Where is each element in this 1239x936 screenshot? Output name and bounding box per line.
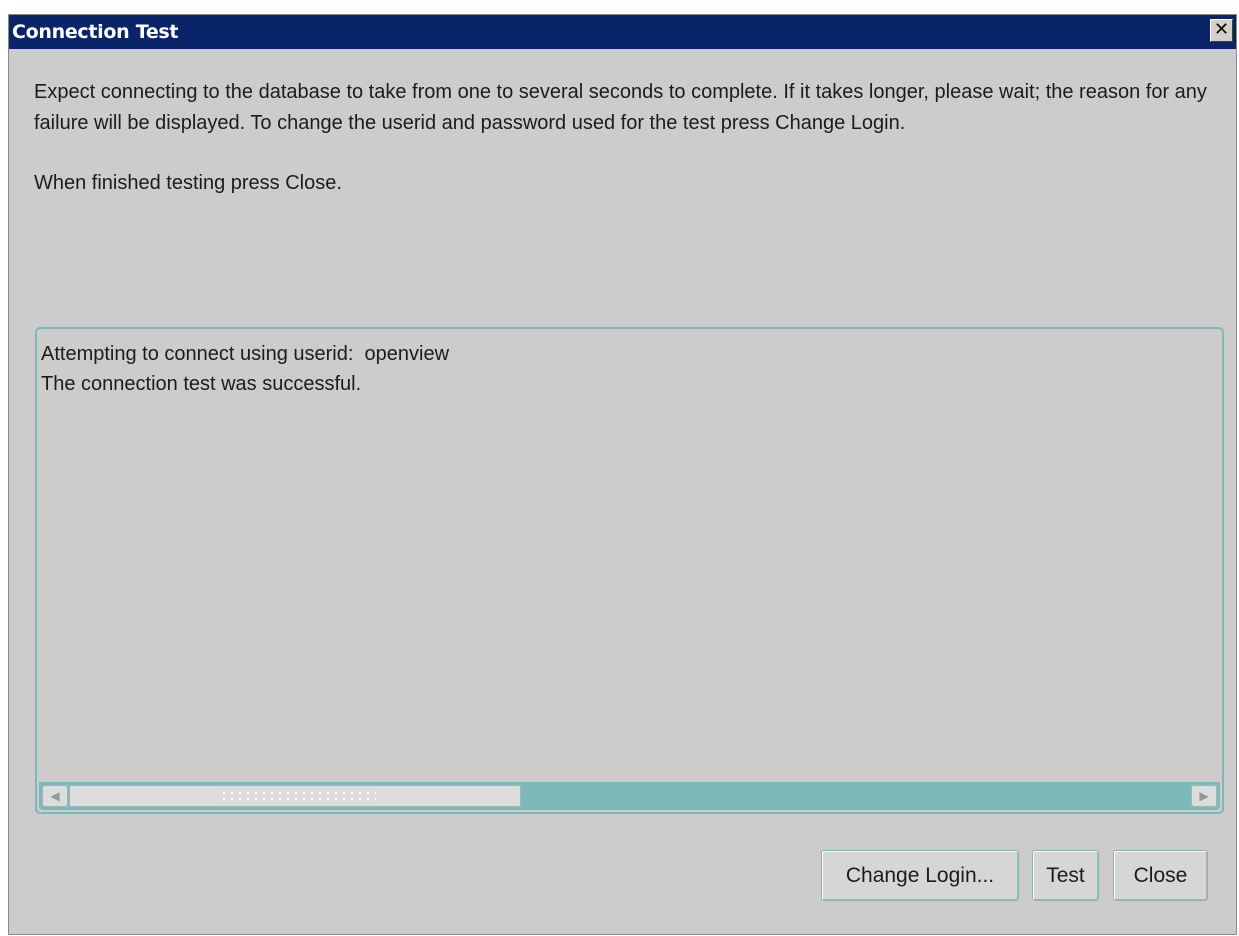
connection-output-area[interactable]: Attempting to connect using userid: open… <box>35 327 1224 814</box>
test-button[interactable]: Test <box>1032 850 1099 901</box>
instructions-paragraph: When finished testing press Close. <box>34 172 342 194</box>
close-icon[interactable]: ✕ <box>1210 19 1233 42</box>
close-button[interactable]: Close <box>1113 850 1208 901</box>
title-bar[interactable]: Connection Test ✕ <box>9 15 1236 49</box>
window-title: Connection Test <box>12 21 179 43</box>
instructions-paragraph: Expect connecting to the database to tak… <box>34 81 1207 134</box>
thumb-grip-icon <box>220 790 376 802</box>
scrollbar-thumb[interactable] <box>69 785 521 807</box>
scroll-left-icon[interactable]: ◀ <box>42 785 68 807</box>
scroll-right-icon[interactable]: ▶ <box>1191 785 1217 807</box>
instructions-text: Expect connecting to the database to tak… <box>34 77 1229 199</box>
change-login-button[interactable]: Change Login... <box>821 850 1019 901</box>
output-line: Attempting to connect using userid: open… <box>41 343 450 365</box>
output-line: The connection test was successful. <box>41 373 362 395</box>
connection-test-dialog: Connection Test ✕ Expect connecting to t… <box>8 14 1237 935</box>
output-text: Attempting to connect using userid: open… <box>41 339 449 399</box>
horizontal-scrollbar[interactable]: ◀ ▶ <box>39 782 1220 810</box>
